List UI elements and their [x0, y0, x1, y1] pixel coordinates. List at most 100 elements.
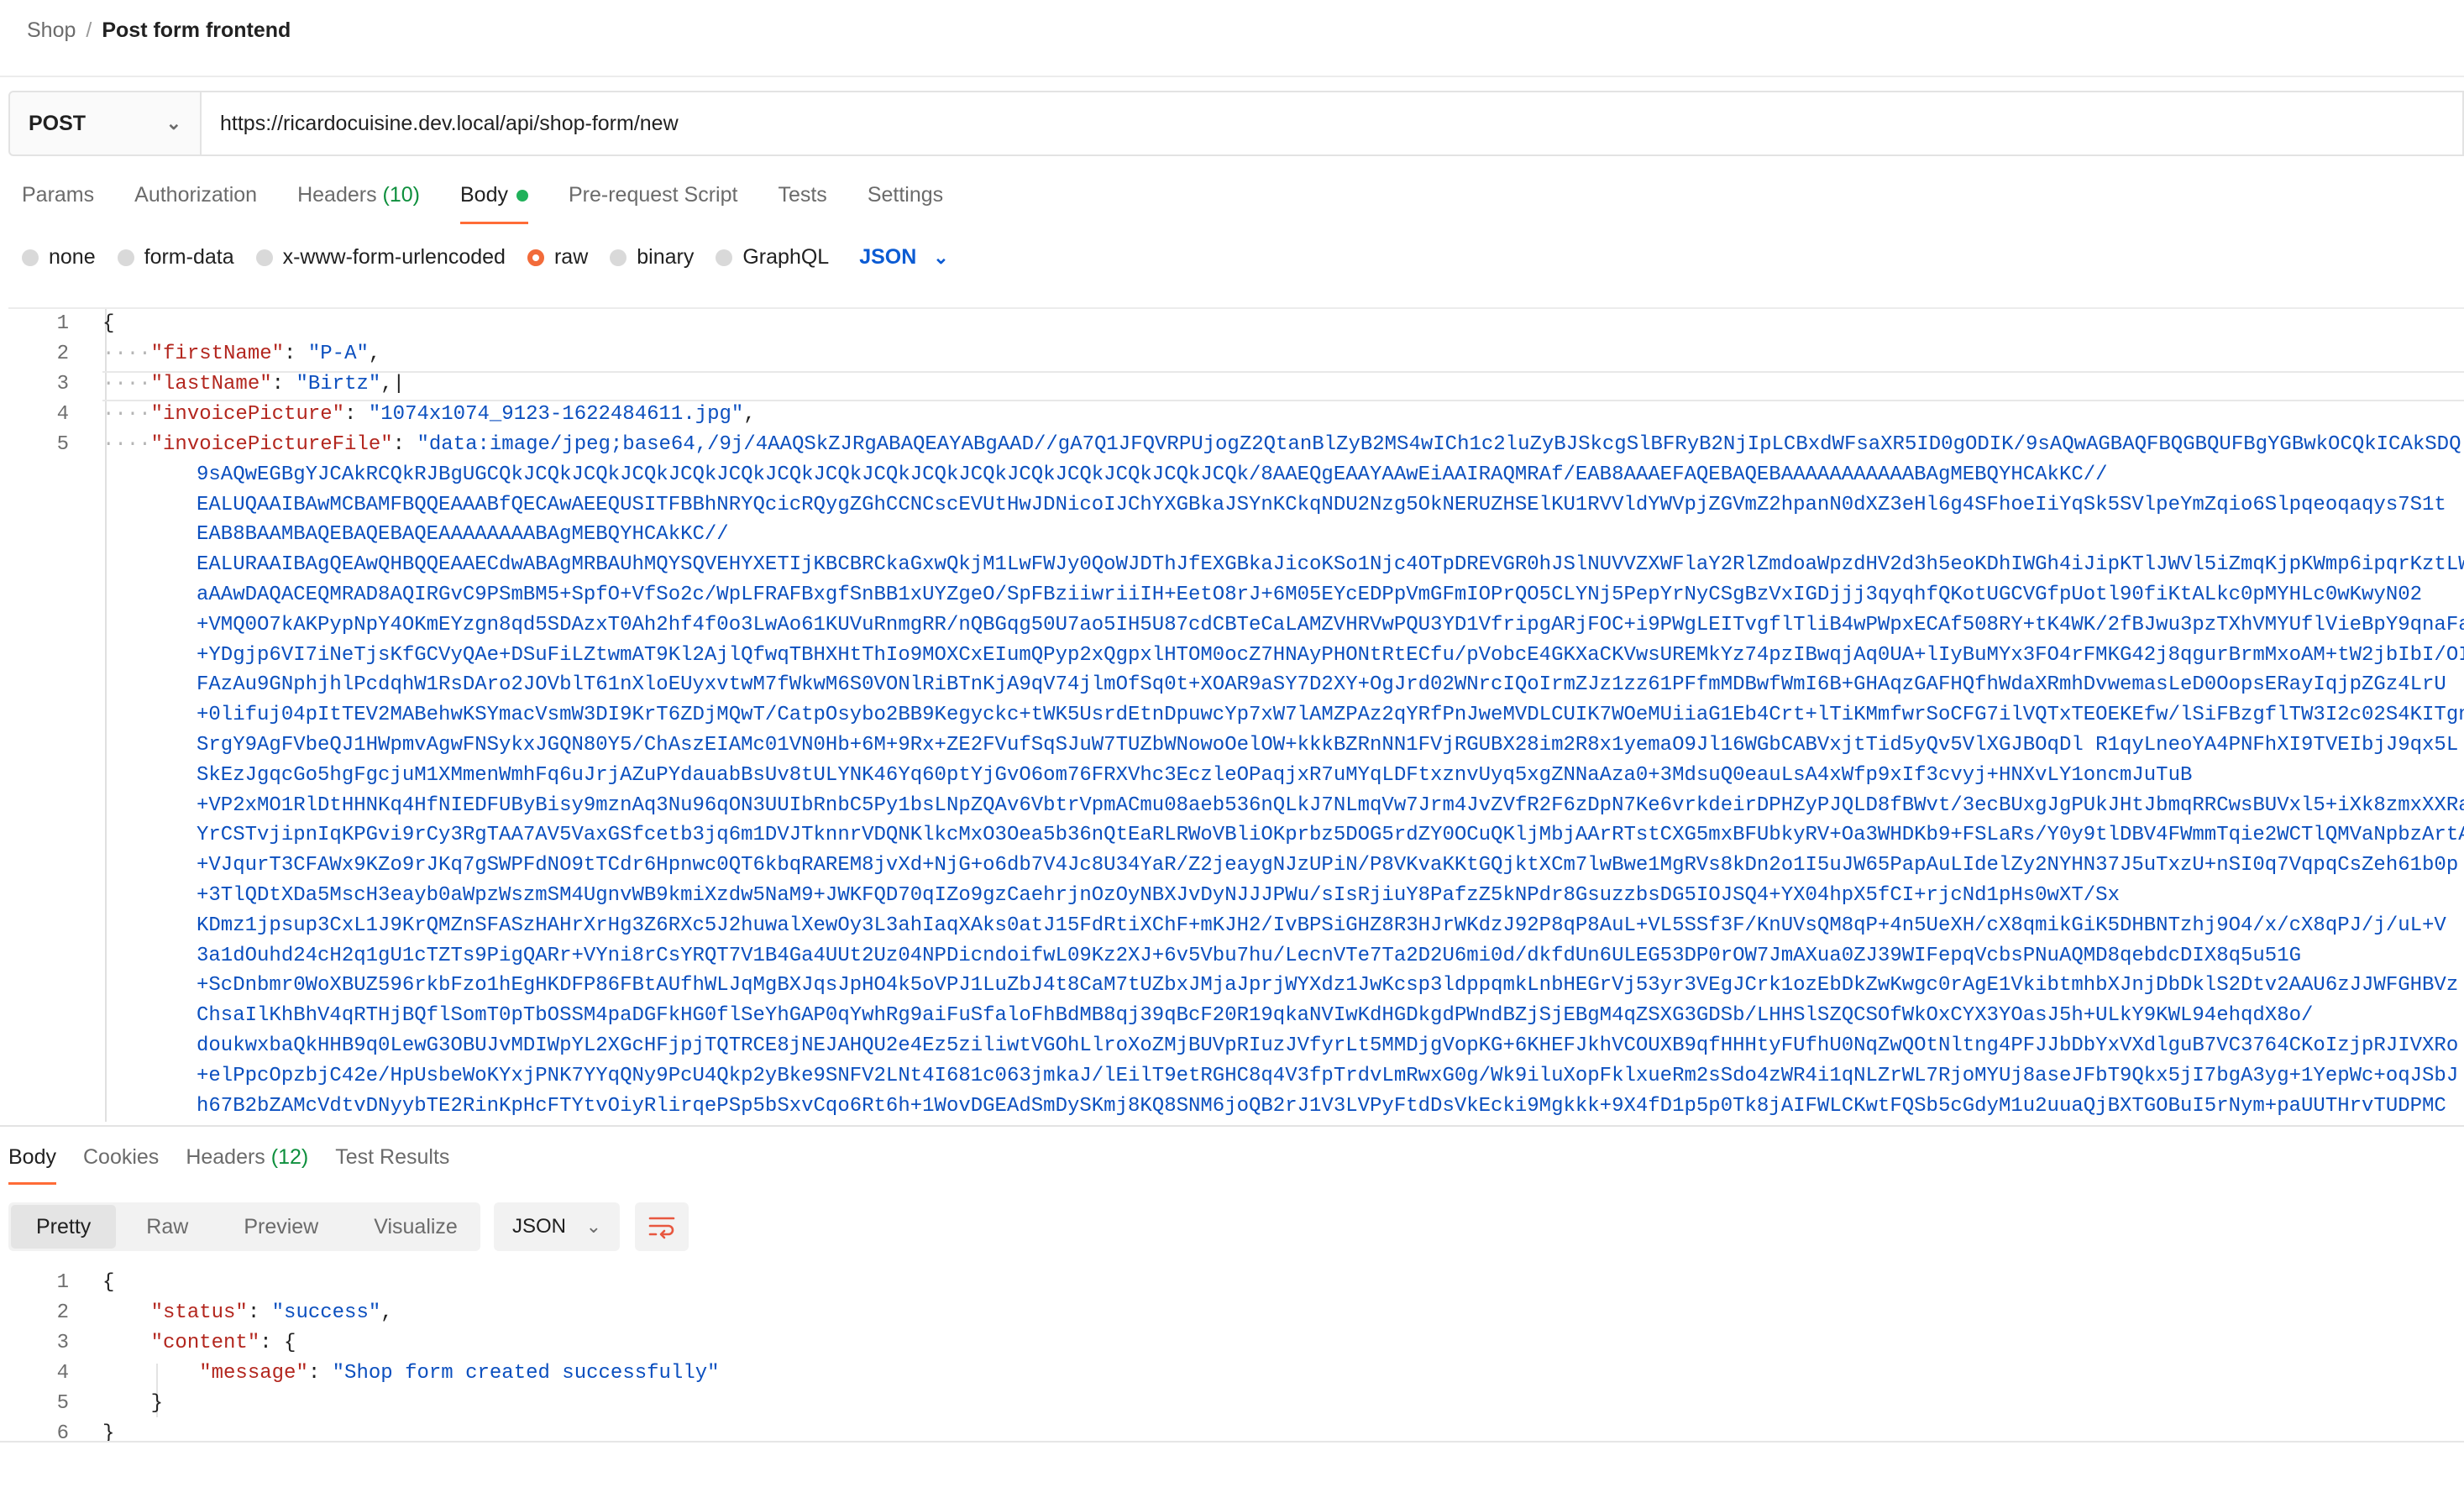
- base64-line: SkEzJgqcGo5hgFgcjuM1XMmenWmhFq6uJrjAZuPY…: [197, 763, 2193, 787]
- response-headers-count: (12): [270, 1145, 309, 1169]
- code-line: "content": {: [150, 1332, 296, 1354]
- code-line: }: [150, 1392, 164, 1415]
- body-mode-graphql[interactable]: GraphQL: [716, 245, 829, 270]
- tab-authorization[interactable]: Authorization: [134, 183, 257, 224]
- base64-line: FAzAu9GNphjhlPcdqhW1RsDAro2JOVblT61nXloE…: [197, 673, 2446, 697]
- line-number: 2: [56, 1301, 69, 1324]
- chevron-down-icon: ⌄: [933, 246, 949, 268]
- body-mode-selector: none form-data x-www-form-urlencoded raw…: [22, 245, 949, 270]
- line-number-gutter: 1 2 3 4 5 6: [8, 1271, 105, 1456]
- wrap-lines-button[interactable]: [635, 1202, 689, 1251]
- breadcrumb-separator: /: [86, 18, 92, 42]
- active-line-highlight: [102, 371, 2464, 401]
- code-line: ····"lastName": "Birtz",|: [102, 373, 406, 395]
- request-tabs: Params Authorization Headers (10) Body P…: [22, 183, 943, 224]
- code-line: ····"firstName": "P-A",: [102, 343, 381, 365]
- line-number: 4: [56, 1362, 69, 1385]
- radio-icon[interactable]: [255, 249, 273, 266]
- base64-line: ChsaIlKhBhV4qRTHjBQflSomT0pTbOSSM4paDGFk…: [197, 1004, 2314, 1028]
- radio-icon[interactable]: [117, 249, 134, 266]
- body-mode-urlencoded[interactable]: x-www-form-urlencoded: [255, 245, 506, 270]
- base64-line: +0lifuj04pItTEV2MABehwKSYmacVsmW3DI9KrT6…: [197, 704, 2464, 727]
- radio-checked-icon[interactable]: [527, 249, 544, 266]
- body-mode-none[interactable]: none: [22, 245, 96, 270]
- response-tab-headers[interactable]: Headers (12): [186, 1145, 308, 1185]
- base64-line: +VJqurT3CFAWx9KZo9rJKq7gSWPFdNO9tTCdr6Hp…: [197, 854, 2459, 877]
- base64-line: 9sAQwEGBgYJCAkRCQkRJBgUGCQkJCQkJCQkJCQkJ…: [197, 463, 2108, 486]
- json-key: "lastName": [150, 373, 272, 395]
- header-divider: [0, 76, 2464, 77]
- view-preview[interactable]: Preview: [218, 1205, 343, 1249]
- base64-line: EALURAAIBAgQEAwQHBQQEAAECdwABAgMRBAUhMQY…: [197, 553, 2464, 577]
- method-label: POST: [29, 111, 87, 135]
- json-key: "invoicePictureFile": [150, 433, 393, 456]
- view-pretty[interactable]: Pretty: [11, 1205, 117, 1249]
- tab-pre-request-script[interactable]: Pre-request Script: [569, 183, 737, 224]
- base64-line: aAAwDAQACEQMRAD8AQIRGvC9PSmBM5+SpfO+VfSo…: [197, 584, 2423, 606]
- url-input[interactable]: https://ricardocuisine.dev.local/api/sho…: [202, 92, 2462, 154]
- breadcrumb-collection[interactable]: Shop: [27, 18, 76, 43]
- radio-icon[interactable]: [610, 249, 627, 266]
- tab-tests[interactable]: Tests: [778, 183, 826, 224]
- line-number: 1: [56, 312, 69, 335]
- base64-line: +VMQ0O7kAKPypNpY4OKmEYzgn8qd5SDAzxT0Ah2h…: [197, 613, 2464, 636]
- json-key: "content": [150, 1332, 260, 1354]
- code-line: }: [102, 1422, 115, 1445]
- base64-line: +3TlQDtXDa5MscH3eayb0aWpzWszmSM4UgnvWB9k…: [197, 884, 2120, 907]
- tab-body[interactable]: Body: [460, 183, 528, 224]
- radio-icon[interactable]: [716, 249, 733, 266]
- response-tab-body[interactable]: Body: [8, 1145, 56, 1185]
- request-body-editor[interactable]: 1 2 3 4 5 { ····"firstName": "P-A", ····…: [8, 307, 2464, 1122]
- base64-line: +YDgjp6VI7iNeTjsKfGCVyQAe+DSuFiLZtwmAT9K…: [197, 643, 2464, 667]
- radio-icon[interactable]: [22, 249, 39, 266]
- json-key: "firstName": [150, 343, 285, 365]
- request-url-bar: POST ⌄ https://ricardocuisine.dev.local/…: [8, 91, 2464, 156]
- request-code-area[interactable]: { ····"firstName": "P-A", ····"lastName"…: [102, 309, 2464, 1122]
- tab-params[interactable]: Params: [22, 183, 94, 224]
- body-mode-form-data[interactable]: form-data: [117, 245, 234, 270]
- chevron-down-icon: ⌄: [165, 113, 181, 134]
- breadcrumb: Shop / Post form frontend: [27, 18, 291, 43]
- base64-line: doukwxbaQkHHB9q0LewG3OBUJvMDIWpYL2XGcHFj…: [197, 1034, 2459, 1057]
- code-line: ····"invoicePicture": "1074x1074_9123-16…: [102, 403, 756, 426]
- view-raw[interactable]: Raw: [121, 1205, 213, 1249]
- response-tab-test-results[interactable]: Test Results: [335, 1145, 449, 1185]
- base64-line: YrCSTvjipnIqKPGvi9rCy3RgTAA7AV5VaxGSfcet…: [197, 824, 2464, 847]
- code-line: ····"invoicePictureFile": "data:image/jp…: [102, 433, 2461, 456]
- response-divider[interactable]: [0, 1125, 2464, 1127]
- base64-line: +elPpcOpzbjC42e/HpUsbeWoKYxjPNK7YYqQNy9P…: [197, 1064, 2459, 1087]
- wrap-lines-icon: [648, 1217, 675, 1239]
- json-string: "1074x1074_9123-1622484611.jpg": [368, 403, 744, 426]
- base64-line: EAB8BAAMBAQEBAQEBAQEAAAAAAAABAgMEBQYHCAk…: [197, 523, 729, 547]
- json-string: "Shop form created successfully": [332, 1362, 720, 1385]
- response-view-selector: Pretty Raw Preview Visualize: [8, 1202, 480, 1251]
- base64-line: "data:image/jpeg;base64,/9j/4AAQSkZJRgAB…: [417, 433, 2461, 456]
- view-visualize[interactable]: Visualize: [349, 1205, 483, 1249]
- base64-line: +ScDnbmr0WoXBUZ596rkbFzo1hEgHKDFP86FBtAU…: [197, 974, 2459, 997]
- body-status-dot: [516, 190, 528, 202]
- response-body-viewer[interactable]: 1 2 3 4 5 6 { "status": "success", "cont…: [8, 1271, 2464, 1456]
- code-line: {: [102, 312, 115, 335]
- raw-format-select[interactable]: JSON ⌄: [859, 245, 949, 270]
- method-select[interactable]: POST ⌄: [10, 92, 202, 154]
- body-mode-binary[interactable]: binary: [610, 245, 694, 270]
- code-line: "message": "Shop form created successful…: [199, 1362, 720, 1385]
- base64-line: SrgY9AgFVbeQJ1HWpmvAgwFNSykxJGQN80Y5/ChA…: [197, 734, 2459, 757]
- tab-settings[interactable]: Settings: [868, 183, 943, 224]
- breadcrumb-request-name[interactable]: Post form frontend: [102, 18, 291, 43]
- response-code-area[interactable]: { "status": "success", "content": { "mes…: [102, 1271, 2464, 1456]
- raw-format-label: JSON: [859, 245, 917, 269]
- base64-line: KDmz1jpsup3CxL1J9KrQMZnSFASzHAHrXrHg3Z6R…: [197, 914, 2446, 937]
- json-string: "Birtz": [296, 373, 381, 395]
- body-mode-raw[interactable]: raw: [527, 245, 588, 270]
- line-number: 2: [56, 343, 69, 365]
- tab-headers[interactable]: Headers (10): [297, 183, 420, 224]
- chevron-down-icon: ⌄: [585, 1216, 601, 1237]
- json-key: "message": [199, 1362, 308, 1385]
- line-number: 3: [56, 373, 69, 395]
- response-tab-cookies[interactable]: Cookies: [83, 1145, 159, 1185]
- line-number: 5: [56, 433, 69, 456]
- line-number: 1: [56, 1271, 69, 1294]
- base64-line: 3a1dOuhd24cH2q1gU1cTZTs9PigQARr+VYni8rCs…: [197, 944, 2302, 967]
- response-format-select[interactable]: JSON ⌄: [494, 1202, 620, 1251]
